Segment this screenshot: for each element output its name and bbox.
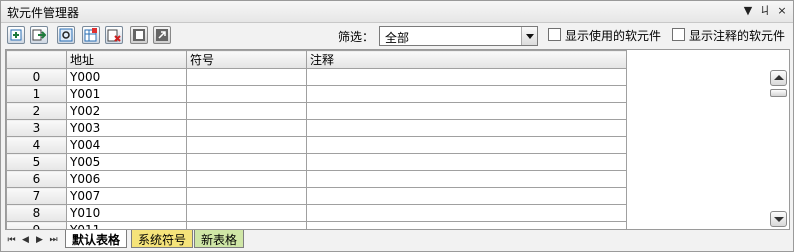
row-index: 2 <box>6 102 67 120</box>
table-row[interactable]: 7 Y007 <box>6 187 627 205</box>
column-header-comment[interactable]: 注释 <box>306 50 627 69</box>
import-icon[interactable] <box>7 26 25 44</box>
dropdown-menu-icon[interactable]: ▼ <box>741 4 755 18</box>
scroll-thumb[interactable] <box>770 89 787 97</box>
address-cell[interactable]: Y001 <box>66 85 187 103</box>
table-header-row: 地址 符号 注释 <box>6 50 627 69</box>
last-sheet-icon[interactable]: ⏭ <box>49 234 58 246</box>
table-row[interactable]: 5 Y005 <box>6 153 627 171</box>
comment-cell[interactable] <box>306 204 627 222</box>
toolbar: 筛选： 全部 显示使用的软元件 显示注释的软元件 <box>1 24 793 48</box>
chevron-down-icon[interactable] <box>521 27 537 45</box>
first-sheet-icon[interactable]: ⏮ <box>7 234 16 246</box>
symbol-cell[interactable] <box>186 221 307 229</box>
row-index: 6 <box>6 170 67 188</box>
sheet-tab-bar: ⏮ ◀ ▶ ⏭ 默认表格 系统符号 新表格 <box>1 230 793 251</box>
device-grid: 地址 符号 注释 0 Y000 1 Y001 2 Y002 3 Y003 4 Y004 5 Y005 6… <box>5 49 790 230</box>
comment-cell[interactable] <box>306 102 627 120</box>
sheet-tab-new[interactable]: 新表格 <box>194 230 245 248</box>
symbol-cell[interactable] <box>186 170 307 188</box>
sheet-tab-default[interactable]: 默认表格 <box>65 230 128 248</box>
export-icon[interactable] <box>30 26 48 44</box>
show-used-label: 显示使用的软元件 <box>565 29 662 43</box>
filter-value: 全部 <box>385 31 410 45</box>
symbol-cell[interactable] <box>186 187 307 205</box>
symbol-cell[interactable] <box>186 85 307 103</box>
address-cell[interactable]: Y010 <box>66 204 187 222</box>
address-cell[interactable]: Y007 <box>66 187 187 205</box>
prev-sheet-icon[interactable]: ◀ <box>21 234 30 246</box>
table-row[interactable]: 3 Y003 <box>6 119 627 137</box>
symbol-cell[interactable] <box>186 119 307 137</box>
row-index: 9 <box>6 221 67 229</box>
corner-header <box>6 50 67 69</box>
delete-table-icon[interactable] <box>105 26 123 44</box>
comment-cell[interactable] <box>306 85 627 103</box>
column-header-symbol[interactable]: 符号 <box>186 50 307 69</box>
address-cell[interactable]: Y005 <box>66 153 187 171</box>
row-index: 8 <box>6 204 67 222</box>
symbol-cell[interactable] <box>186 136 307 154</box>
window-title: 软元件管理器 <box>7 6 80 20</box>
address-cell[interactable]: Y004 <box>66 136 187 154</box>
vertical-scrollbar[interactable] <box>767 50 789 229</box>
sheet-tab-system-symbols[interactable]: 系统符号 <box>131 230 194 248</box>
table-row[interactable]: 4 Y004 <box>6 136 627 154</box>
device-table: 地址 符号 注释 0 Y000 1 Y001 2 Y002 3 Y003 4 Y004 5 Y005 6… <box>6 50 627 229</box>
table-row[interactable]: 0 Y000 <box>6 68 627 86</box>
symbol-cell[interactable] <box>186 153 307 171</box>
pin-icon[interactable]: ㄐ <box>758 4 772 18</box>
table-row[interactable]: 9 Y011 <box>6 221 627 229</box>
comment-cell[interactable] <box>306 136 627 154</box>
paste-icon[interactable] <box>153 26 171 44</box>
column-header-address[interactable]: 地址 <box>66 50 187 69</box>
show-used-checkbox[interactable] <box>548 28 561 41</box>
show-comment-label: 显示注释的软元件 <box>689 29 786 43</box>
copy-icon[interactable] <box>130 26 148 44</box>
row-index: 4 <box>6 136 67 154</box>
table-row[interactable]: 2 Y002 <box>6 102 627 120</box>
address-cell[interactable]: Y011 <box>66 221 187 229</box>
address-cell[interactable]: Y006 <box>66 170 187 188</box>
address-cell[interactable]: Y002 <box>66 102 187 120</box>
row-index: 5 <box>6 153 67 171</box>
table-row[interactable]: 6 Y006 <box>6 170 627 188</box>
next-sheet-icon[interactable]: ▶ <box>35 234 44 246</box>
device-manager-panel: 软元件管理器 ▼ ㄐ × 筛选： 全部 显示使用的软元件 显示注释的软元件 地址… <box>0 0 794 252</box>
show-comment-checkbox[interactable] <box>672 28 685 41</box>
address-cell[interactable]: Y000 <box>66 68 187 86</box>
comment-cell[interactable] <box>306 68 627 86</box>
scroll-up-icon[interactable] <box>770 70 787 86</box>
comment-cell[interactable] <box>306 170 627 188</box>
address-cell[interactable]: Y003 <box>66 119 187 137</box>
new-table-icon[interactable] <box>82 26 100 44</box>
row-index: 7 <box>6 187 67 205</box>
comment-cell[interactable] <box>306 119 627 137</box>
symbol-cell[interactable] <box>186 204 307 222</box>
comment-cell[interactable] <box>306 153 627 171</box>
table-row[interactable]: 1 Y001 <box>6 85 627 103</box>
row-index: 3 <box>6 119 67 137</box>
comment-cell[interactable] <box>306 221 627 229</box>
scroll-down-icon[interactable] <box>770 211 787 227</box>
comment-cell[interactable] <box>306 187 627 205</box>
filter-label: 筛选： <box>338 30 375 44</box>
filter-dropdown[interactable]: 全部 <box>379 26 538 46</box>
close-icon[interactable]: × <box>775 4 789 18</box>
symbol-cell[interactable] <box>186 102 307 120</box>
row-index: 1 <box>6 85 67 103</box>
title-bar: 软元件管理器 ▼ ㄐ × <box>1 1 793 23</box>
row-index: 0 <box>6 68 67 86</box>
table-row[interactable]: 8 Y010 <box>6 204 627 222</box>
find-icon[interactable] <box>57 26 75 44</box>
symbol-cell[interactable] <box>186 68 307 86</box>
